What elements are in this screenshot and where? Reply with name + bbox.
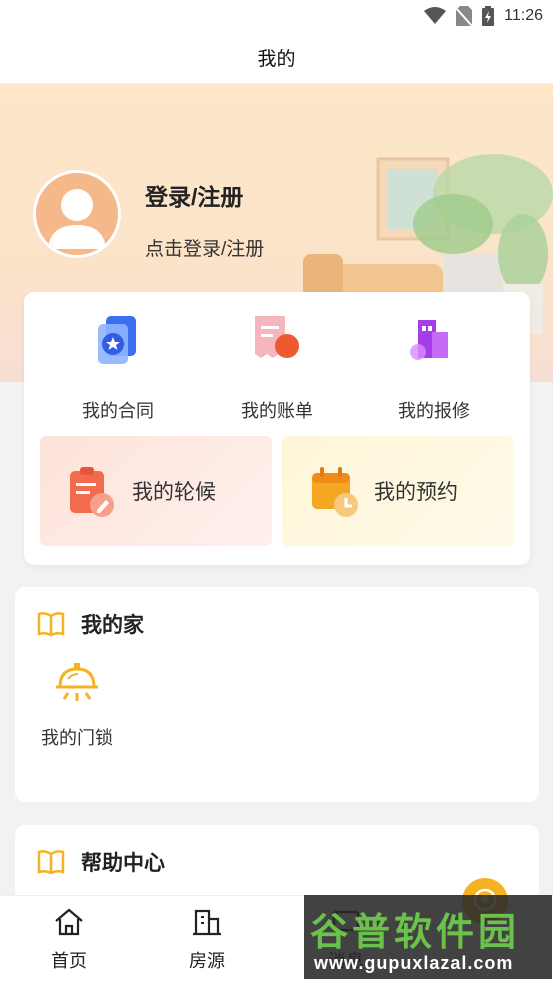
my-contract-label: 我的合同 bbox=[82, 401, 154, 421]
my-appointment-label: 我的预约 bbox=[374, 481, 458, 504]
tab-home-label: 首页 bbox=[51, 951, 87, 971]
appointment-calendar-icon bbox=[312, 467, 358, 517]
tab-home[interactable]: 首页 bbox=[29, 908, 109, 973]
home-icon bbox=[55, 908, 83, 936]
book-icon bbox=[37, 850, 65, 875]
login-register-title[interactable]: 登录/注册 bbox=[145, 178, 243, 212]
status-bar: 11:26 bbox=[0, 0, 553, 32]
status-time: 11:26 bbox=[504, 7, 543, 24]
avatar[interactable] bbox=[33, 170, 121, 258]
my-home-card: 我的家 我的门锁 bbox=[15, 587, 539, 802]
no-sim-icon bbox=[456, 6, 473, 26]
page-title: 我的 bbox=[257, 49, 296, 70]
my-bill-button[interactable]: 我的账单 bbox=[207, 312, 347, 423]
tab-listings[interactable]: 房源 bbox=[167, 908, 247, 973]
my-contract-button[interactable]: 我的合同 bbox=[48, 312, 188, 423]
watermark-url: www.gupuxlazal.com bbox=[314, 953, 514, 973]
building-icon bbox=[193, 909, 221, 936]
contract-icon bbox=[98, 316, 136, 364]
bill-icon bbox=[255, 316, 299, 358]
my-repair-label: 我的报修 bbox=[398, 401, 470, 421]
my-door-lock-button[interactable]: 我的门锁 bbox=[37, 659, 117, 750]
my-home-header: 我的家 bbox=[37, 609, 144, 639]
quick-actions-card: 我的合同 我的账单 我的报修 我的轮候 我的预约 bbox=[24, 292, 530, 565]
watermark-brand: 谷普软件园 bbox=[310, 912, 521, 954]
book-icon bbox=[37, 612, 65, 637]
my-queue-tile[interactable]: 我的轮候 bbox=[40, 436, 272, 546]
wifi-icon bbox=[424, 7, 447, 24]
my-repair-button[interactable]: 我的报修 bbox=[364, 312, 504, 423]
my-door-lock-label: 我的门锁 bbox=[41, 728, 113, 748]
my-home-title: 我的家 bbox=[81, 614, 144, 637]
login-register-subtitle[interactable]: 点击登录/注册 bbox=[145, 234, 264, 261]
user-silhouette-icon bbox=[48, 189, 106, 249]
tab-listings-label: 房源 bbox=[189, 951, 225, 971]
site-watermark: 谷普软件园 www.gupuxlazal.com bbox=[304, 895, 552, 979]
repair-icon bbox=[410, 320, 448, 360]
help-center-title: 帮助中心 bbox=[81, 852, 165, 875]
top-nav-bar: 我的 bbox=[0, 32, 553, 84]
my-appointment-tile[interactable]: 我的预约 bbox=[282, 436, 514, 546]
my-bill-label: 我的账单 bbox=[241, 401, 313, 421]
queue-clipboard-icon bbox=[70, 467, 114, 517]
help-center-header: 帮助中心 bbox=[37, 847, 165, 877]
help-center-card[interactable]: 帮助中心 bbox=[15, 825, 539, 905]
door-lock-icon bbox=[56, 663, 98, 701]
my-queue-label: 我的轮候 bbox=[132, 481, 216, 504]
battery-icon bbox=[482, 6, 495, 26]
